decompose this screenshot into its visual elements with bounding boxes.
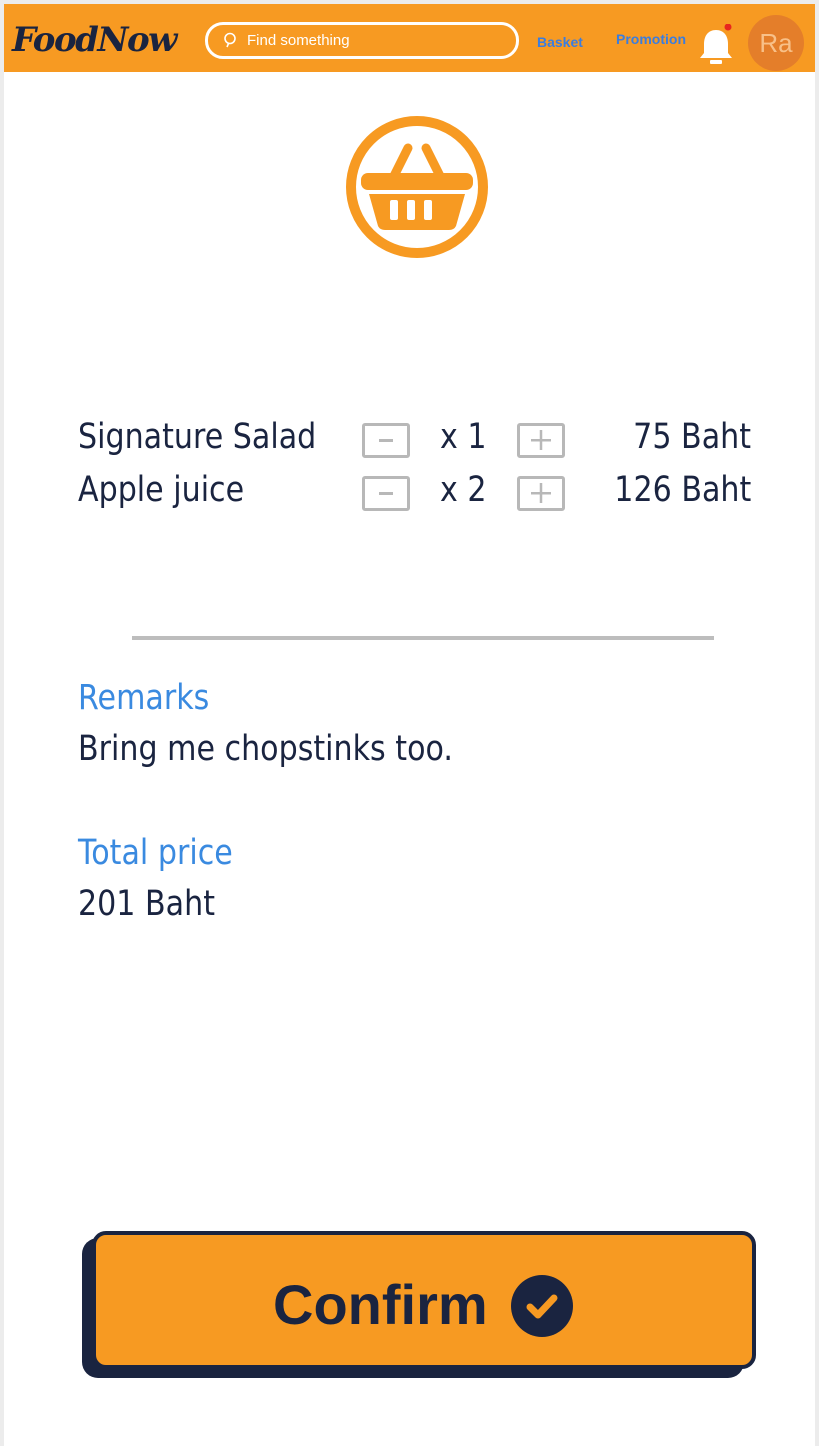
nav-basket-link[interactable]: Basket (537, 33, 583, 51)
confirm-button[interactable]: Confirm (92, 1231, 756, 1369)
increase-quantity-button[interactable] (517, 423, 565, 458)
order-item-row: Signature Salad x 1 75 Baht (0, 413, 819, 463)
search-input[interactable]: Find something (247, 31, 350, 50)
total-price-label: Total price (78, 833, 233, 873)
item-name: Signature Salad (78, 417, 317, 457)
shopping-basket-icon (346, 116, 488, 258)
bell-icon[interactable] (697, 24, 735, 66)
minus-icon (379, 439, 393, 442)
avatar[interactable]: Ra (748, 15, 804, 71)
item-price: 126 Baht (614, 470, 751, 510)
notification-dot (724, 24, 732, 31)
search-icon (224, 32, 236, 48)
decrease-quantity-button[interactable] (362, 476, 410, 511)
confirm-label: Confirm (273, 1273, 488, 1336)
plus-icon (531, 483, 551, 503)
remarks-text: Bring me chopstinks too. (78, 729, 453, 769)
item-quantity: x 1 (440, 417, 487, 457)
app-logo[interactable]: FoodNow (12, 20, 177, 60)
search-bar[interactable]: Find something (205, 22, 519, 59)
order-item-row: Apple juice x 2 126 Baht (0, 466, 819, 516)
total-price-value: 201 Baht (78, 884, 215, 924)
minus-icon (379, 492, 393, 495)
top-bar: FoodNow Find something Basket Promotion … (4, 4, 815, 72)
check-circle-icon (511, 1275, 573, 1337)
nav-promotion-link[interactable]: Promotion (616, 30, 686, 48)
divider (132, 636, 714, 640)
increase-quantity-button[interactable] (517, 476, 565, 511)
plus-icon (531, 430, 551, 450)
decrease-quantity-button[interactable] (362, 423, 410, 458)
remarks-label: Remarks (78, 678, 210, 718)
item-quantity: x 2 (440, 470, 487, 510)
item-price: 75 Baht (633, 417, 751, 457)
item-name: Apple juice (78, 470, 245, 510)
